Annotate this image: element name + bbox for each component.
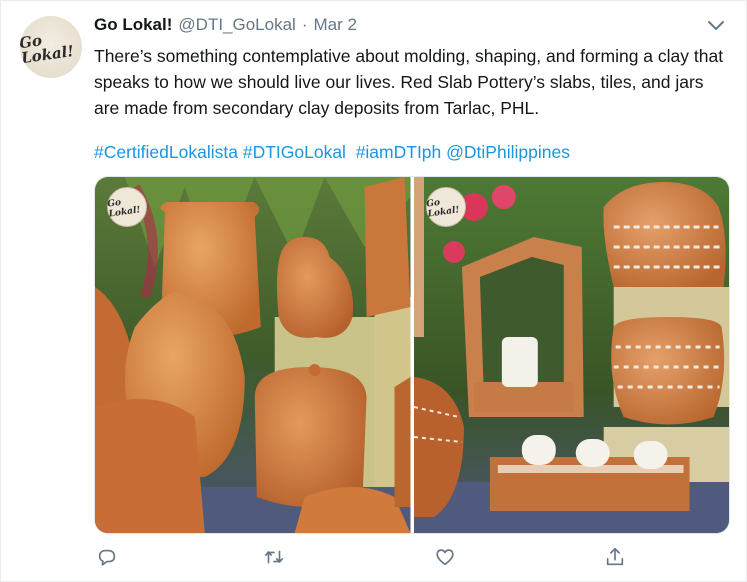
watermark-logo: Go Lokal!: [106, 197, 142, 220]
separator-dot: ·: [301, 15, 308, 34]
tweet-card[interactable]: Go Lokal! Go Lokal! @DTI_GoLokal · Mar 2…: [0, 0, 747, 582]
photo-left[interactable]: Go Lokal!: [95, 177, 411, 533]
reply-button[interactable]: [94, 544, 120, 570]
mention-link[interactable]: @DtiPhilippines: [446, 142, 570, 162]
photo-right[interactable]: Go Lokal!: [413, 177, 729, 533]
tweet-body: There’s something contemplative about mo…: [94, 46, 724, 118]
chevron-down-icon[interactable]: [706, 17, 726, 33]
reply-icon: [98, 549, 116, 566]
hashtag-link[interactable]: #iamDTIph: [356, 142, 442, 162]
author-handle[interactable]: @DTI_GoLokal: [178, 15, 295, 35]
heart-icon: [436, 549, 454, 566]
media-watermark: Go Lokal!: [425, 187, 466, 227]
media-watermark: Go Lokal!: [107, 187, 147, 227]
like-button[interactable]: [432, 544, 458, 570]
watermark-logo: Go Lokal!: [425, 197, 460, 220]
share-icon: [606, 547, 624, 566]
tweet-header: Go Lokal! @DTI_GoLokal · Mar 2: [94, 15, 357, 35]
share-button[interactable]: [602, 544, 628, 570]
author-name[interactable]: Go Lokal!: [94, 15, 172, 35]
hashtag-link[interactable]: #DTIGoLokal: [243, 142, 346, 162]
retweet-icon: [264, 550, 284, 564]
retweet-button[interactable]: [261, 544, 287, 570]
tweet-text: There’s something contemplative about mo…: [94, 43, 724, 121]
avatar-logo: Go Lokal!: [20, 31, 75, 68]
avatar[interactable]: Go Lokal!: [20, 16, 82, 78]
action-bar: [94, 544, 634, 572]
tweet-date[interactable]: Mar 2: [314, 15, 357, 35]
hashtag-line: #CertifiedLokalista #DTIGoLokal #iamDTIp…: [94, 139, 570, 165]
hashtag-link[interactable]: #CertifiedLokalista: [94, 142, 238, 162]
media-grid: Go Lokal! Go Lokal!: [94, 176, 730, 534]
